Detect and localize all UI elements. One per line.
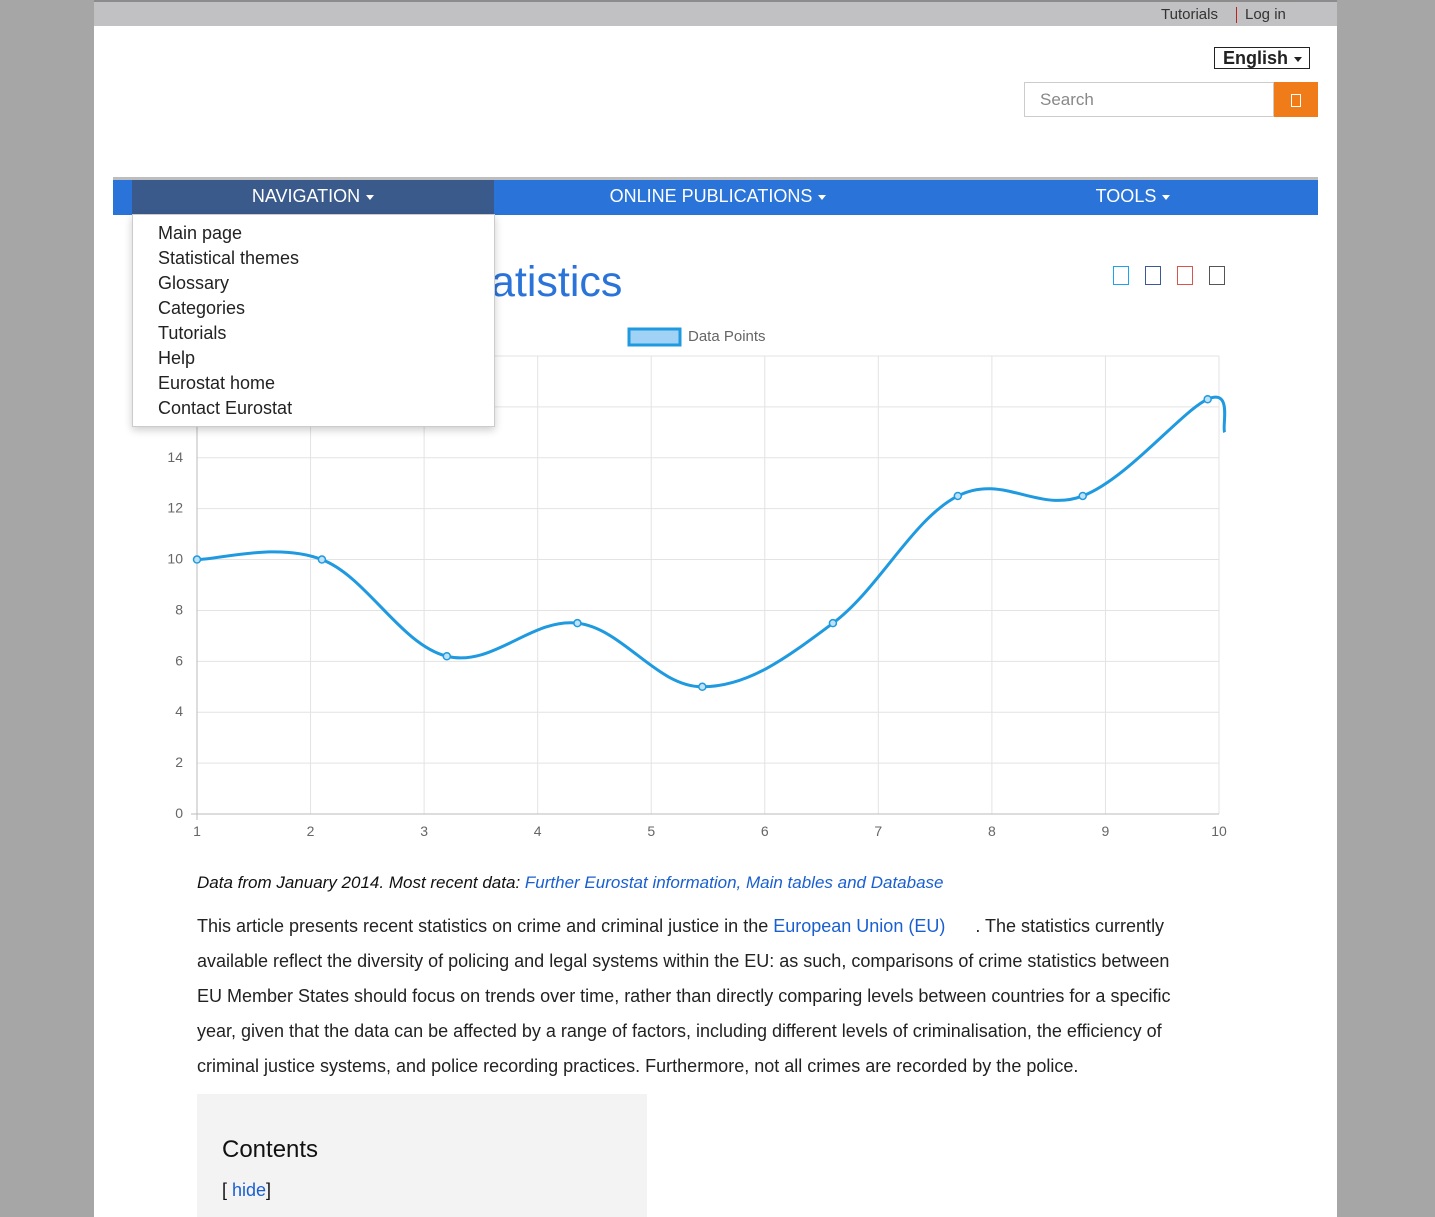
facebook-icon[interactable] <box>1145 266 1161 285</box>
x-tick-label: 4 <box>534 823 542 839</box>
email-icon[interactable] <box>1209 266 1225 285</box>
y-tick-label: 12 <box>167 500 183 516</box>
data-point <box>192 555 202 564</box>
eu-link[interactable]: European Union (EU) <box>773 916 945 936</box>
toc-toggle: [ hide] <box>222 1180 272 1200</box>
chevron-down-icon <box>366 194 375 200</box>
article-intro: This article presents recent statistics … <box>197 909 1187 1084</box>
menu-item-categories[interactable]: Categories <box>158 298 245 319</box>
page-title: atistics <box>491 258 623 306</box>
twitter-icon[interactable] <box>1113 266 1129 285</box>
nav-tools-menu[interactable]: TOOLS <box>1053 180 1213 215</box>
x-tick-label: 6 <box>761 823 769 839</box>
x-tick-label: 1 <box>193 823 201 839</box>
chevron-down-icon <box>818 194 827 200</box>
nav-navigation-label: NAVIGATION <box>251 186 361 206</box>
top-bar: Tutorials Log in <box>94 0 1337 26</box>
y-tick-label: 6 <box>175 652 183 668</box>
toc-title: Contents <box>222 1136 319 1163</box>
x-tick-label: 8 <box>988 823 996 839</box>
x-tick-label: 10 <box>1211 823 1227 839</box>
y-tick-label: 4 <box>175 703 183 719</box>
data-point <box>573 618 582 628</box>
language-select[interactable]: English <box>1214 47 1310 69</box>
nav-tools-label: TOOLS <box>1095 186 1157 206</box>
search-icon <box>1291 94 1301 107</box>
menu-item-eurostat-home[interactable]: Eurostat home <box>158 373 275 394</box>
data-point <box>1078 491 1087 501</box>
legend-swatch <box>627 327 682 347</box>
data-point <box>828 618 838 628</box>
series-line <box>196 395 1227 689</box>
navigation-dropdown: Main page Statistical themes Glossary Ca… <box>132 214 495 427</box>
language-selected: English <box>1223 48 1289 68</box>
y-tick-label: 2 <box>175 754 183 770</box>
menu-item-contact-eurostat[interactable]: Contact Eurostat <box>158 398 292 419</box>
table-of-contents: Contents [ hide] <box>197 1094 647 1217</box>
chevron-down-icon <box>1162 194 1171 200</box>
chevron-down-icon <box>1294 56 1303 62</box>
toc-hide-link[interactable]: hide <box>232 1180 266 1200</box>
nav-publications-label: ONLINE PUBLICATIONS <box>609 186 813 206</box>
search-input[interactable] <box>1024 82 1274 117</box>
article-text-before: This article presents recent statistics … <box>197 916 774 936</box>
x-tick-label: 5 <box>647 823 655 839</box>
menu-item-help[interactable]: Help <box>158 348 195 369</box>
x-tick-label: 7 <box>874 823 882 839</box>
data-point <box>953 491 963 501</box>
x-tick-label: 2 <box>307 823 315 839</box>
nav-publications-menu[interactable]: ONLINE PUBLICATIONS <box>583 180 853 215</box>
x-tick-label: 9 <box>1102 823 1110 839</box>
caption-link[interactable]: Further Eurostat information, Main table… <box>525 873 944 892</box>
tutorials-link[interactable]: Tutorials <box>1161 6 1218 23</box>
chart-legend: Data Points <box>627 327 766 347</box>
x-tick-label: 3 <box>420 823 428 839</box>
y-tick-label: 10 <box>167 551 183 567</box>
caption-text: Data from January 2014. Most recent data… <box>197 873 525 892</box>
y-tick-label: 14 <box>167 449 183 465</box>
legend-label: Data Points <box>688 328 766 345</box>
nav-navigation-menu[interactable]: NAVIGATION <box>132 180 494 215</box>
menu-item-tutorials[interactable]: Tutorials <box>158 323 226 344</box>
data-point <box>1203 395 1212 404</box>
y-tick-label: 0 <box>175 805 183 821</box>
login-link[interactable]: Log in <box>1245 6 1286 23</box>
data-point <box>442 651 452 661</box>
data-point <box>317 555 327 564</box>
menu-item-main-page[interactable]: Main page <box>158 223 242 244</box>
data-point <box>698 682 707 692</box>
main-nav: NAVIGATION ONLINE PUBLICATIONS TOOLS <box>113 180 1318 215</box>
data-caption: Data from January 2014. Most recent data… <box>197 873 944 893</box>
linkedin-icon[interactable] <box>1177 266 1193 285</box>
search-button[interactable] <box>1274 82 1318 117</box>
menu-item-glossary[interactable]: Glossary <box>158 273 229 294</box>
y-tick-label: 8 <box>175 601 183 617</box>
page: Tutorials Log in English NAVIGATION ONLI… <box>94 0 1337 1217</box>
menu-item-statistical-themes[interactable]: Statistical themes <box>158 248 299 269</box>
topbar-separator <box>1236 7 1237 23</box>
article-text-after: . The statistics currently available ref… <box>197 916 1176 1076</box>
